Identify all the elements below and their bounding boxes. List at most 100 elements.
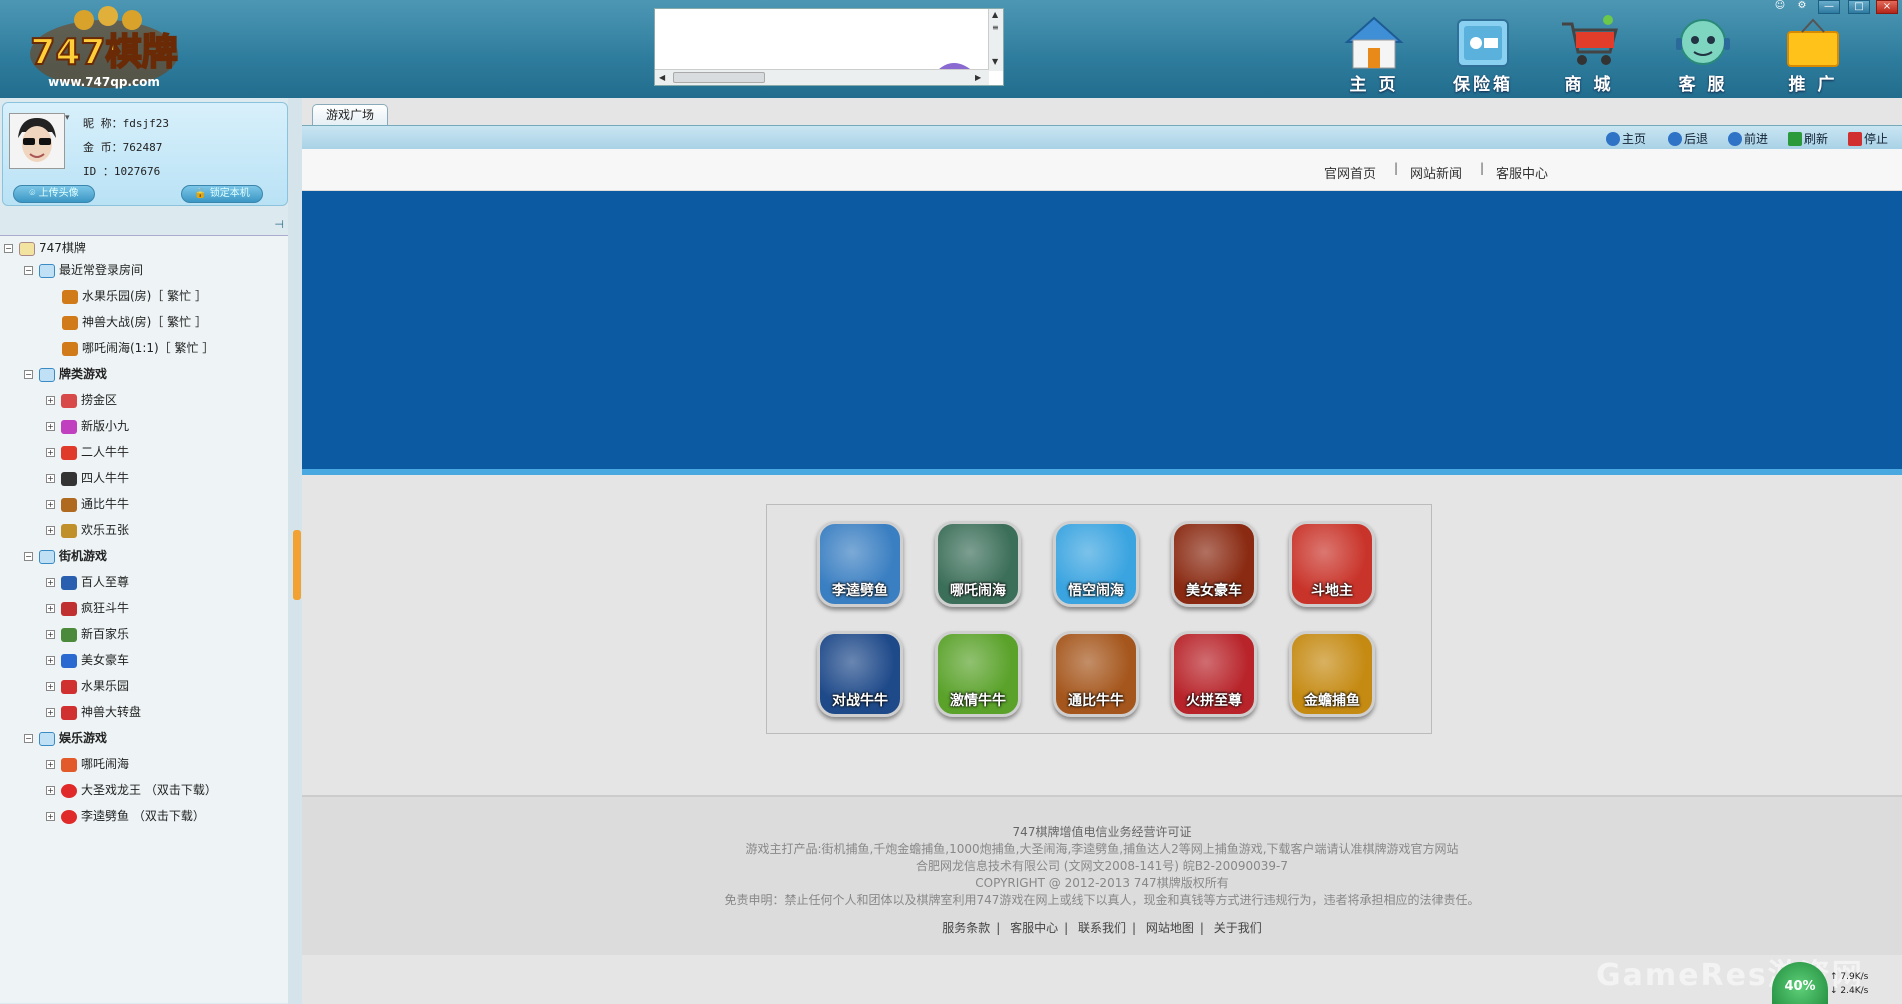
- toolbar-stop-label: 停止: [1864, 132, 1889, 146]
- expand-toggle-icon[interactable]: +: [46, 604, 55, 613]
- game-icon-button[interactable]: 火拼至尊: [1171, 631, 1257, 717]
- tree-item[interactable]: + 神兽大转盘: [46, 702, 141, 722]
- tab-game-plaza[interactable]: 游戏广场: [312, 104, 388, 126]
- link-official-home[interactable]: 官网首页: [1324, 163, 1376, 182]
- collapse-toggle-icon[interactable]: −: [24, 370, 33, 379]
- toolbar-stop-button[interactable]: 停止: [1848, 130, 1888, 147]
- expand-toggle-icon[interactable]: +: [46, 760, 55, 769]
- tree-group[interactable]: − 最近常登录房间: [24, 260, 143, 280]
- tree-item[interactable]: + 二人牛牛: [46, 442, 129, 462]
- tree-group[interactable]: − 娱乐游戏: [24, 728, 107, 748]
- tree-item[interactable]: 水果乐园(房)［ 繁忙 ］: [62, 286, 207, 306]
- avatar[interactable]: [9, 113, 65, 169]
- toolbar-home-button[interactable]: 主页: [1606, 130, 1646, 147]
- user-small-icon[interactable]: ☺: [1772, 0, 1788, 14]
- toolbar-back-button[interactable]: 后退: [1668, 130, 1708, 147]
- splitter-handle[interactable]: [293, 530, 301, 600]
- expand-toggle-icon[interactable]: +: [46, 812, 55, 821]
- tree-item[interactable]: + 新版小九: [46, 416, 129, 436]
- maximize-button[interactable]: □: [1848, 0, 1870, 14]
- footer-link-service[interactable]: 客服中心: [1010, 921, 1058, 935]
- game-icon-button[interactable]: 金蟾捕鱼: [1289, 631, 1375, 717]
- toolbar-forward-button[interactable]: 前进: [1728, 130, 1768, 147]
- expand-toggle-icon[interactable]: +: [46, 708, 55, 717]
- expand-toggle-icon[interactable]: +: [46, 578, 55, 587]
- tree-group[interactable]: − 街机游戏: [24, 546, 107, 566]
- upload-avatar-button[interactable]: ⌾ 上传头像: [13, 185, 95, 203]
- tree-item[interactable]: + 疯狂斗牛: [46, 598, 129, 618]
- game-icon-button[interactable]: 哪吒闹海: [935, 521, 1021, 607]
- tree-item-label: 水果乐园: [81, 679, 130, 693]
- footer-link-about[interactable]: 关于我们: [1214, 921, 1262, 935]
- tree-item[interactable]: + 捞金区: [46, 390, 117, 410]
- ad-scroll-thumb[interactable]: [673, 72, 765, 83]
- room-house-icon: [62, 341, 78, 356]
- ad-frame[interactable]: ▲ ≡ ▼ ◀ ▶: [654, 8, 1004, 86]
- minimize-button[interactable]: —: [1818, 0, 1840, 14]
- footer-link-contact[interactable]: 联系我们: [1078, 921, 1126, 935]
- close-button[interactable]: ×: [1876, 0, 1898, 14]
- nav-safe-button[interactable]: 保险箱: [1442, 14, 1524, 95]
- expand-toggle-icon[interactable]: +: [46, 656, 55, 665]
- tree-item[interactable]: 哪吒闹海(1:1)［ 繁忙 ］: [62, 338, 214, 358]
- tree-root[interactable]: − 747棋牌: [4, 238, 86, 258]
- tree-item[interactable]: + 哪吒闹海: [46, 754, 129, 774]
- link-service-center[interactable]: 客服中心: [1496, 163, 1548, 182]
- expand-toggle-icon[interactable]: +: [46, 448, 55, 457]
- collapse-toggle-icon[interactable]: −: [24, 734, 33, 743]
- avatar-dropdown-icon[interactable]: ▾: [65, 113, 70, 123]
- tree-item[interactable]: + 欢乐五张: [46, 520, 129, 540]
- game-icon: [61, 679, 77, 694]
- game-icon-button[interactable]: 悟空闹海: [1053, 521, 1139, 607]
- game-icon-button[interactable]: 斗地主: [1289, 521, 1375, 607]
- game-icon-button[interactable]: 对战牛牛: [817, 631, 903, 717]
- toolbar-refresh-label: 刷新: [1804, 132, 1829, 146]
- nav-mall-button[interactable]: 商 城: [1548, 14, 1630, 95]
- tree-item[interactable]: + 新百家乐: [46, 624, 129, 644]
- gear-icon[interactable]: ⚙: [1794, 0, 1810, 14]
- toolbar-refresh-button[interactable]: 刷新: [1788, 130, 1828, 147]
- expand-toggle-icon[interactable]: +: [46, 422, 55, 431]
- collapse-toggle-icon[interactable]: −: [24, 266, 33, 275]
- collapse-toggle-icon[interactable]: −: [24, 552, 33, 561]
- toolbar-back-label: 后退: [1684, 132, 1709, 146]
- footer-link-terms[interactable]: 服务条款: [942, 921, 990, 935]
- tree-item[interactable]: + 大圣戏龙王 （双击下载）: [46, 780, 217, 800]
- tree-item[interactable]: + 李逵劈鱼 （双击下载）: [46, 806, 205, 826]
- pin-icon[interactable]: ⊣: [274, 218, 284, 231]
- game-icon-label: 通比牛牛: [1068, 693, 1124, 709]
- expand-toggle-icon[interactable]: +: [46, 396, 55, 405]
- id-label: ID ：: [83, 165, 114, 178]
- room-house-icon: [62, 315, 78, 330]
- nav-promote-button[interactable]: 推 广: [1772, 14, 1854, 95]
- ad-horizontal-scrollbar[interactable]: ◀ ▶: [655, 69, 989, 85]
- collapse-toggle-icon[interactable]: −: [4, 244, 13, 253]
- tree-item[interactable]: + 四人牛牛: [46, 468, 129, 488]
- tree-item-label: 新百家乐: [81, 627, 130, 641]
- lock-machine-button[interactable]: 🔒 锁定本机: [181, 185, 263, 203]
- game-icon-button[interactable]: 通比牛牛: [1053, 631, 1139, 717]
- tree-group[interactable]: − 牌类游戏: [24, 364, 107, 384]
- tree-item[interactable]: + 通比牛牛: [46, 494, 129, 514]
- expand-toggle-icon[interactable]: +: [46, 682, 55, 691]
- nickname-row: 昵 称：fdsjf23: [83, 115, 169, 131]
- ad-vertical-scrollbar[interactable]: ▲ ≡ ▼: [988, 9, 1003, 71]
- link-site-news[interactable]: 网站新闻: [1410, 163, 1462, 182]
- footer-link-sitemap[interactable]: 网站地图: [1146, 921, 1194, 935]
- game-icon-button[interactable]: 李逵劈鱼: [817, 521, 903, 607]
- tree-item[interactable]: + 百人至尊: [46, 572, 129, 592]
- expand-toggle-icon[interactable]: +: [46, 786, 55, 795]
- tree-item[interactable]: + 水果乐园: [46, 676, 129, 696]
- game-icon-button[interactable]: 美女豪车: [1171, 521, 1257, 607]
- expand-toggle-icon[interactable]: +: [46, 500, 55, 509]
- nav-home-button[interactable]: 主 页: [1333, 14, 1415, 95]
- tree-item[interactable]: 神兽大战(房)［ 繁忙 ］: [62, 312, 207, 332]
- expand-toggle-icon[interactable]: +: [46, 630, 55, 639]
- nav-support-button[interactable]: 客 服: [1662, 14, 1744, 95]
- tree-item[interactable]: + 美女豪车: [46, 650, 129, 670]
- expand-toggle-icon[interactable]: +: [46, 526, 55, 535]
- tree-item-label: 捞金区: [81, 393, 118, 407]
- toolbar-home-label: 主页: [1622, 132, 1647, 146]
- game-icon-button[interactable]: 激情牛牛: [935, 631, 1021, 717]
- expand-toggle-icon[interactable]: +: [46, 474, 55, 483]
